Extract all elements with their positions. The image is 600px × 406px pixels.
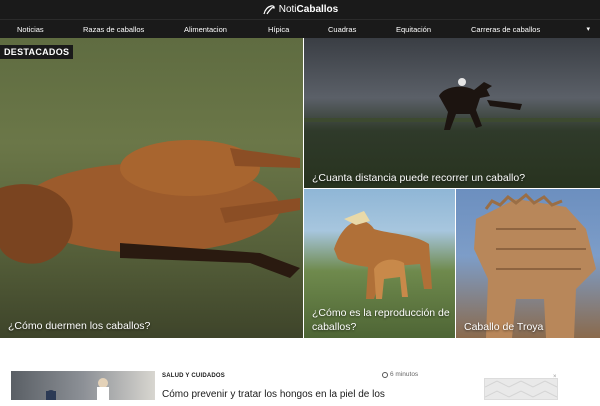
hero-bottom-right-tile[interactable]: Caballo de Troya: [456, 189, 600, 338]
hero-bottom-middle-title[interactable]: ¿Cómo es la reproducción de caballos?: [312, 306, 455, 334]
article-title[interactable]: Cómo prevenir y tratar los hongos en la …: [162, 389, 385, 400]
ad-close-icon[interactable]: ×: [553, 374, 557, 380]
logo-prefix: Noti: [278, 4, 297, 15]
horse-logo-icon: [263, 5, 275, 15]
hero-bottom-middle-tile[interactable]: ¿Cómo es la reproducción de caballos?: [304, 189, 455, 338]
nav-item-noticias[interactable]: Noticias: [17, 25, 44, 34]
sleeping-horse-image: [0, 140, 300, 278]
hero-top-right-tile[interactable]: ¿Cuanta distancia puede recorrer un caba…: [304, 38, 600, 188]
nav-item-equitacion[interactable]: Equitación: [396, 25, 431, 34]
article-read-time: 6 minutos: [382, 371, 418, 378]
hero-bottom-right-title[interactable]: Caballo de Troya: [464, 320, 543, 334]
nav-item-cuadras[interactable]: Cuadras: [328, 25, 356, 34]
nav-more-chevron-icon[interactable]: ▾: [586, 25, 590, 33]
nav-item-alimentacion[interactable]: Alimentacion: [184, 25, 227, 34]
main-nav: Noticias Razas de caballos Alimentacion …: [0, 19, 600, 38]
article-thumbnail[interactable]: [11, 371, 155, 400]
read-time-label: 6 minutos: [390, 371, 419, 378]
hero-top-right-title[interactable]: ¿Cuanta distancia puede recorrer un caba…: [312, 171, 525, 185]
logo-name: Caballos: [296, 4, 339, 15]
article-category[interactable]: SALUD Y CUIDADOS: [162, 373, 225, 379]
site-logo[interactable]: Noti Caballos: [262, 4, 338, 15]
racing-horse-image: [304, 78, 600, 130]
hero-main-tile[interactable]: DESTACADOS ¿Cómo duermen los caballos?: [0, 38, 303, 338]
featured-badge: DESTACADOS: [0, 45, 74, 59]
nav-item-razas[interactable]: Razas de caballos: [83, 25, 144, 34]
nav-item-carreras[interactable]: Carreras de caballos: [471, 25, 540, 34]
nav-item-hipica[interactable]: Hípica: [268, 25, 289, 34]
trojan-horse-image: [474, 192, 596, 338]
ad-banner[interactable]: [484, 378, 558, 400]
hero-main-title[interactable]: ¿Cómo duermen los caballos?: [8, 319, 150, 333]
site-header: Noti Caballos: [0, 0, 600, 19]
clock-icon: [382, 371, 388, 378]
